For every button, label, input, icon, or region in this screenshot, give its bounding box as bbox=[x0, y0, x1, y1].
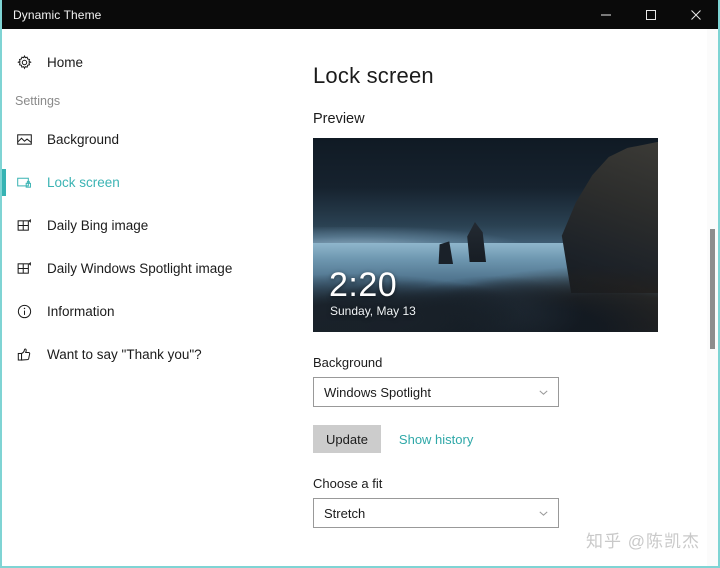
window-controls bbox=[583, 0, 718, 29]
sidebar-item-label: Information bbox=[47, 304, 115, 319]
chevron-down-icon bbox=[537, 507, 550, 520]
chevron-down-icon bbox=[537, 386, 550, 399]
lock-screen-preview: 2:20 Sunday, May 13 bbox=[313, 138, 658, 332]
close-button[interactable] bbox=[673, 0, 718, 29]
show-history-link[interactable]: Show history bbox=[399, 432, 473, 447]
gear-icon bbox=[16, 54, 42, 71]
preview-clock-date: Sunday, May 13 bbox=[330, 304, 416, 318]
app-window: Dynamic Theme Home Settings Background L… bbox=[0, 0, 720, 568]
window-body: Home Settings Background Lock screen Dai… bbox=[2, 29, 718, 566]
sidebar-item-label: Daily Bing image bbox=[47, 218, 149, 233]
background-select[interactable]: Windows Spotlight bbox=[313, 377, 559, 407]
background-label: Background bbox=[313, 355, 383, 370]
vertical-scrollbar[interactable] bbox=[707, 29, 718, 566]
scrollbar-thumb[interactable] bbox=[710, 229, 715, 349]
sidebar-item-label: Background bbox=[47, 132, 120, 147]
sidebar-item-home[interactable]: Home bbox=[2, 41, 299, 84]
update-button[interactable]: Update bbox=[313, 425, 381, 453]
sidebar-item-label: Want to say "Thank you"? bbox=[47, 347, 202, 362]
sidebar-item-daily-windows-spotlight-image[interactable]: Daily Windows Spotlight image bbox=[2, 247, 299, 290]
background-select-value: Windows Spotlight bbox=[324, 384, 431, 400]
choose-a-fit-label: Choose a fit bbox=[313, 476, 383, 491]
sidebar-item-daily-bing-image[interactable]: Daily Bing image bbox=[2, 204, 299, 247]
maximize-button[interactable] bbox=[628, 0, 673, 29]
preview-clock-time: 2:20 bbox=[329, 266, 398, 304]
main-content: Lock screen Preview 2:20 Sunday, May 13 … bbox=[299, 29, 718, 566]
picture-icon bbox=[16, 131, 42, 148]
selection-accent-bar bbox=[2, 126, 6, 153]
sidebar-section-settings: Settings bbox=[15, 94, 61, 108]
selection-accent-bar bbox=[2, 49, 6, 76]
title-bar: Dynamic Theme bbox=[2, 0, 718, 29]
monitor-lock-icon bbox=[16, 174, 42, 191]
thumbs-up-icon bbox=[16, 346, 42, 363]
window-grid-icon bbox=[16, 217, 42, 234]
selection-accent-bar bbox=[2, 298, 6, 325]
selection-accent-bar bbox=[2, 212, 6, 239]
sidebar-item-thank-you[interactable]: Want to say "Thank you"? bbox=[2, 333, 299, 376]
selection-accent-bar bbox=[2, 255, 6, 282]
sidebar-item-lock-screen[interactable]: Lock screen bbox=[2, 161, 299, 204]
minimize-button[interactable] bbox=[583, 0, 628, 29]
lock-screen-actions: Update Show history bbox=[313, 425, 718, 453]
selection-accent-bar bbox=[2, 341, 6, 368]
sidebar-item-background[interactable]: Background bbox=[2, 118, 299, 161]
sidebar-item-label: Home bbox=[47, 55, 84, 70]
info-circle-icon bbox=[16, 303, 42, 320]
fit-select[interactable]: Stretch bbox=[313, 498, 559, 528]
sidebar: Home Settings Background Lock screen Dai… bbox=[2, 29, 299, 566]
sidebar-item-information[interactable]: Information bbox=[2, 290, 299, 333]
fit-select-value: Stretch bbox=[324, 505, 366, 521]
sidebar-item-label: Lock screen bbox=[47, 175, 120, 190]
window-grid-icon bbox=[16, 260, 42, 277]
page-title: Lock screen bbox=[313, 63, 434, 88]
window-title: Dynamic Theme bbox=[13, 7, 102, 22]
selection-accent-bar bbox=[2, 169, 6, 196]
sidebar-item-label: Daily Windows Spotlight image bbox=[47, 261, 233, 276]
preview-heading: Preview bbox=[313, 111, 365, 127]
